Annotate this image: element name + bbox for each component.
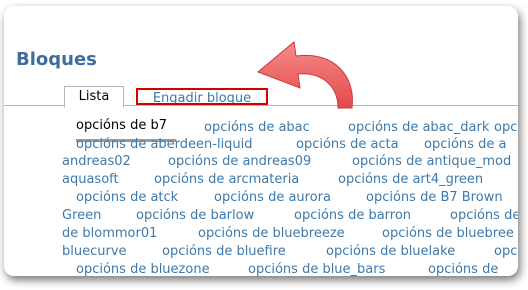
- option-row6-cut[interactable]: opcións de: [450, 208, 518, 224]
- option-abac[interactable]: opcións de abac: [204, 120, 310, 136]
- option-art4-green[interactable]: opcións de art4_green: [338, 172, 483, 188]
- screenshot-frame: Bloques Lista Engadir bloque opcións de …: [4, 6, 518, 276]
- option-antique-mod[interactable]: opcións de antique_mod: [352, 154, 511, 170]
- option-andreas02[interactable]: andreas02: [62, 154, 131, 170]
- option-aberdeen-liquid[interactable]: opcións de aberdeen-liquid: [76, 137, 253, 153]
- option-bluelake[interactable]: opcións de bluelake: [326, 244, 455, 260]
- option-bluecurve[interactable]: bluecurve: [62, 244, 127, 260]
- option-row2-cut[interactable]: opcións de a: [424, 137, 506, 153]
- option-abac-dark[interactable]: opcións de abac_dark: [348, 120, 489, 136]
- option-barlow[interactable]: opcións de barlow: [136, 208, 254, 224]
- option-bluefire[interactable]: opcións de bluefire: [162, 244, 286, 260]
- screenshot-stage: Bloques Lista Engadir bloque opcións de …: [0, 0, 528, 290]
- option-row1-cut[interactable]: opc: [494, 120, 517, 136]
- option-andreas09[interactable]: opcións de andreas09: [168, 154, 311, 170]
- option-barron[interactable]: opcións de barron: [294, 208, 411, 224]
- option-arcmateria[interactable]: opcións de arcmateria: [154, 172, 299, 188]
- option-acta[interactable]: opcións de acta: [296, 137, 399, 153]
- option-row9-cut[interactable]: opcións de: [428, 262, 498, 276]
- option-green[interactable]: Green: [62, 208, 101, 224]
- option-b7[interactable]: opcións de b7: [76, 118, 167, 134]
- option-row8-cut[interactable]: opc: [494, 244, 517, 260]
- option-blue-bars[interactable]: opcións de blue_bars: [248, 262, 385, 276]
- option-bluebreeze[interactable]: opcións de bluebreeze: [198, 226, 345, 242]
- tab-list[interactable]: Lista: [64, 86, 124, 108]
- option-aurora[interactable]: opcións de aurora: [214, 190, 331, 206]
- curved-arrow-icon: [257, 41, 353, 109]
- option-blommor01[interactable]: de blommor01: [62, 226, 157, 242]
- option-bluebree-cut[interactable]: opcións de bluebree: [382, 226, 514, 242]
- option-atck[interactable]: opcións de atck: [76, 190, 178, 206]
- option-aquasoft[interactable]: aquasoft: [62, 172, 119, 188]
- option-b7-brown[interactable]: opcións de B7 Brown: [366, 190, 503, 206]
- page-title: Bloques: [16, 49, 97, 70]
- option-bluezone[interactable]: opcións de bluezone: [76, 262, 210, 276]
